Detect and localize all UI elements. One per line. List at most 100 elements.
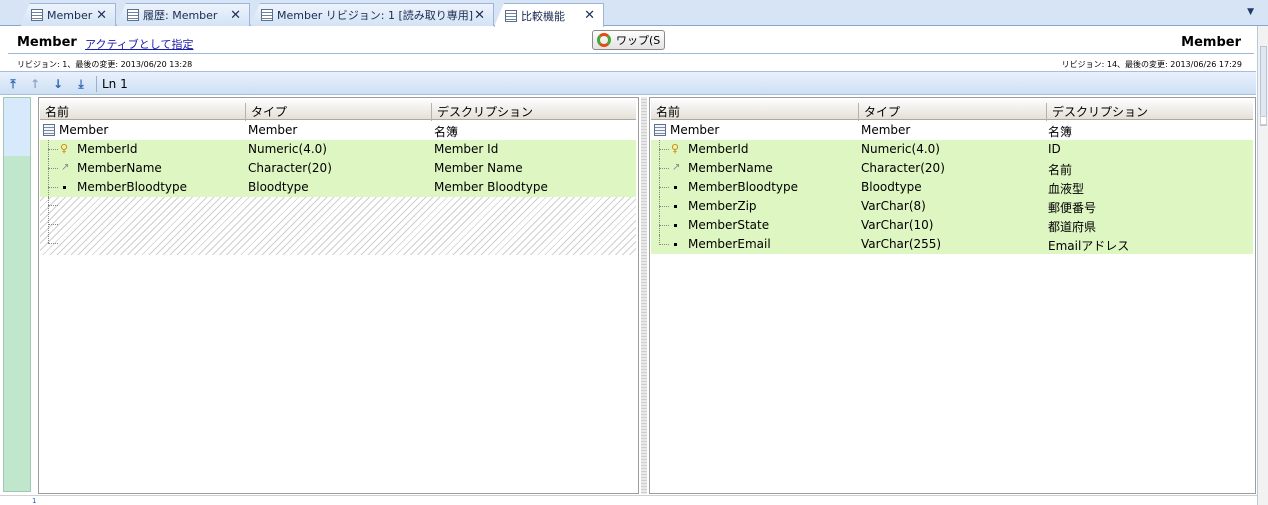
table-row[interactable]: MemberZip VarChar(8) 郵便番号 <box>651 197 1253 216</box>
tab-label: 履歴: Member <box>143 9 218 22</box>
table-row[interactable]: MemberBloodtype Bloodtype 血液型 <box>651 178 1253 197</box>
tree-line <box>48 168 58 169</box>
row-description: 名前 <box>1048 163 1073 177</box>
row-description: 名簿 <box>1048 125 1073 139</box>
close-icon[interactable]: ✕ <box>96 8 107 23</box>
column-type-header[interactable]: タイプ <box>859 103 1047 121</box>
column-header: 名前 タイプ デスクリプション <box>40 100 636 121</box>
attribute-icon: ↗ <box>672 162 681 173</box>
table-row[interactable]: MemberEmail VarChar(255) Emailアドレス <box>651 235 1253 254</box>
tree-line <box>48 197 49 243</box>
bullet-icon <box>674 243 677 246</box>
last-difference-icon[interactable]: ⤓ <box>74 77 88 91</box>
swap-icon <box>597 33 611 47</box>
column-description-header[interactable]: デスクリプション <box>432 103 636 121</box>
previous-difference-icon[interactable]: ↑ <box>28 77 42 91</box>
table-row[interactable]: ↗ MemberName Character(20) Member Name <box>40 159 636 178</box>
header-divider <box>8 53 1254 54</box>
tree-line <box>659 225 669 226</box>
line-indicator: Ln 1 <box>102 77 128 91</box>
table-icon <box>127 9 139 21</box>
side-dock <box>1257 26 1268 505</box>
side-dock-tab[interactable] <box>1260 46 1267 126</box>
row-description: 郵便番号 <box>1048 201 1097 215</box>
tree-line <box>659 187 669 188</box>
row-type: VarChar(255) <box>861 237 942 251</box>
bottom-marker: 1 <box>32 497 37 505</box>
column-header: 名前 タイプ デスクリプション <box>651 100 1253 121</box>
row-name: MemberBloodtype <box>688 180 799 194</box>
close-icon[interactable]: ✕ <box>474 8 485 23</box>
compare-toolbar: ⤒ ↑ ↓ ⤓ Ln 1 <box>0 71 1256 95</box>
table-row[interactable]: ♀ MemberId Numeric(4.0) ID <box>651 140 1253 159</box>
tree-root-row[interactable]: Member Member 名簿 <box>651 121 1253 140</box>
tab-compare[interactable]: 比較機能 ✕ <box>494 3 604 27</box>
row-type: Numeric(4.0) <box>248 142 327 156</box>
table-icon <box>505 9 517 22</box>
table-icon <box>261 9 273 21</box>
row-name: MemberId <box>688 142 749 156</box>
tree-line <box>48 187 58 188</box>
row-name: MemberState <box>688 218 770 232</box>
tree-line <box>659 244 669 245</box>
gutter-viewport-marker <box>4 98 30 156</box>
tab-list-dropdown-icon[interactable]: ▼ <box>1247 7 1254 17</box>
row-description: 都道府県 <box>1048 220 1097 234</box>
tree-line <box>48 224 58 225</box>
row-description: 名簿 <box>434 125 459 139</box>
row-description: Member Name <box>434 161 523 175</box>
row-name: MemberZip <box>688 199 757 213</box>
panel-splitter[interactable] <box>641 97 647 494</box>
row-type: VarChar(8) <box>861 199 926 213</box>
right-revision-info: リビジョン: 14、最後の変更: 2013/06/26 17:29 <box>1061 60 1242 69</box>
tab-member[interactable]: Member ✕ <box>20 3 116 26</box>
row-type: Character(20) <box>861 161 945 175</box>
table-row[interactable]: MemberBloodtype Bloodtype Member Bloodty… <box>40 178 636 197</box>
tab-label: Member <box>47 8 93 22</box>
key-icon: ♀ <box>671 142 680 155</box>
column-name-header[interactable]: 名前 <box>40 103 246 121</box>
row-type: VarChar(10) <box>861 218 934 232</box>
close-icon[interactable]: ✕ <box>584 8 595 23</box>
attribute-icon: ↗ <box>61 162 70 173</box>
row-name: Member <box>59 123 109 137</box>
tab-label: 比較機能 <box>521 9 565 23</box>
tree-line <box>659 168 669 169</box>
row-type: Bloodtype <box>248 180 309 194</box>
side-dock-tab[interactable] <box>1260 116 1267 125</box>
set-active-link[interactable]: アクティブとして指定 <box>85 36 193 52</box>
swap-button-label: ワップ(S <box>616 34 661 47</box>
tree-line <box>48 205 58 206</box>
table-row[interactable]: ↗ MemberName Character(20) 名前 <box>651 159 1253 178</box>
row-description: Member Id <box>434 142 499 156</box>
close-icon[interactable]: ✕ <box>230 8 241 23</box>
left-title: Member <box>17 35 77 50</box>
row-type: Numeric(4.0) <box>861 142 940 156</box>
row-description: Member Bloodtype <box>434 180 548 194</box>
column-name-header[interactable]: 名前 <box>651 103 859 121</box>
first-difference-icon[interactable]: ⤒ <box>6 77 20 91</box>
table-row[interactable]: ♀ MemberId Numeric(4.0) Member Id <box>40 140 636 159</box>
difference-overview-gutter[interactable] <box>3 97 31 492</box>
table-row[interactable]: MemberState VarChar(10) 都道府県 <box>651 216 1253 235</box>
tab-history[interactable]: 履歴: Member ✕ <box>116 3 250 26</box>
row-name: MemberId <box>77 142 138 156</box>
row-name: MemberBloodtype <box>77 180 188 194</box>
table-icon <box>31 9 43 21</box>
bullet-icon <box>674 224 677 227</box>
tree-line <box>48 243 58 244</box>
bottom-bar <box>0 495 1268 505</box>
next-difference-icon[interactable]: ↓ <box>51 77 65 91</box>
row-description: ID <box>1048 142 1061 156</box>
row-name: Member <box>670 123 720 137</box>
row-name: MemberEmail <box>688 237 771 251</box>
key-icon: ♀ <box>60 142 69 155</box>
swap-button[interactable]: ワップ(S <box>592 30 665 50</box>
column-description-header[interactable]: デスクリプション <box>1047 103 1253 121</box>
tree-line <box>659 206 669 207</box>
table-icon <box>654 124 666 136</box>
column-type-header[interactable]: タイプ <box>246 103 432 121</box>
tab-revision[interactable]: Member リビジョン: 1 [読み取り専用] ✕ <box>250 3 494 26</box>
tree-root-row[interactable]: Member Member 名簿 <box>40 121 636 140</box>
row-name: MemberName <box>77 161 162 175</box>
